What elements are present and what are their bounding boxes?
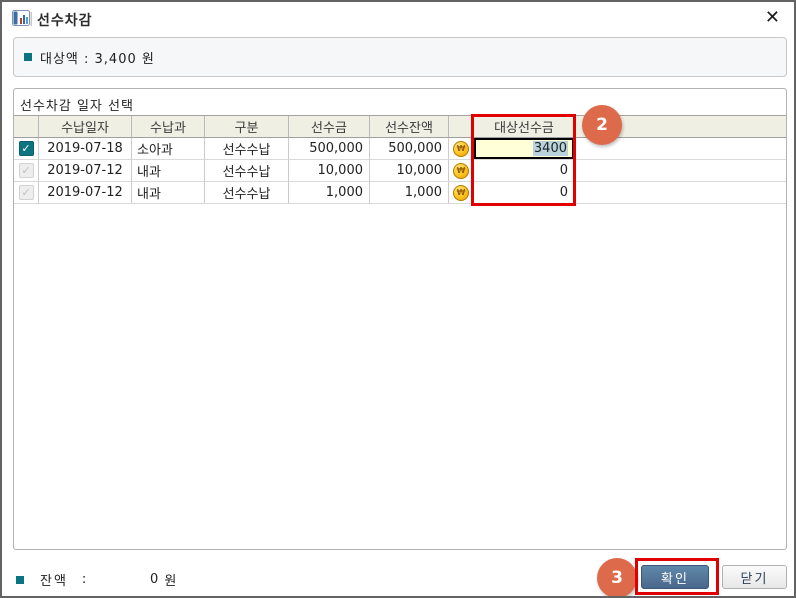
cell-date: 2019-07-18 [39, 138, 132, 160]
cell-target[interactable]: 0 [474, 160, 575, 182]
target-amount-text: 대상액 : 3,400 원 [40, 51, 155, 67]
cell-dept: 내과 [132, 160, 205, 182]
cell-date: 2019-07-12 [39, 182, 132, 204]
table-row[interactable]: ✓ 2019-07-12 내과 선수수납 1,000 1,000 ₩ 0 [14, 182, 786, 204]
header-balance[interactable]: 선수잔액 [370, 116, 449, 138]
cell-coin: ₩ [449, 182, 474, 204]
row-checkbox-cell[interactable]: ✓ [14, 138, 39, 160]
cell-dept: 소아과 [132, 138, 205, 160]
date-select-section: 선수차감 일자 선택 수납일자 수납과 구분 선수금 선수잔액 대상선수금 ✓ … [13, 88, 787, 550]
annotation-step-3: 3 [597, 558, 637, 596]
header-date[interactable]: 수납일자 [39, 116, 132, 138]
row-checkbox-cell[interactable]: ✓ [14, 160, 39, 182]
coin-icon: ₩ [453, 184, 469, 201]
cell-balance: 10,000 [370, 160, 449, 182]
close-icon[interactable]: ✕ [765, 7, 780, 29]
header-amount[interactable]: 선수금 [289, 116, 370, 138]
row-checkbox-cell[interactable]: ✓ [14, 182, 39, 204]
cell-filler [575, 160, 786, 182]
cell-target[interactable]: 3400 [474, 138, 575, 160]
balance-unit: 원 [164, 574, 177, 589]
title-bar: 선수차감 ✕ [2, 2, 794, 34]
cell-amount: 500,000 [289, 138, 370, 160]
checkbox-checked-icon[interactable]: ✓ [18, 141, 34, 156]
annotation-step-2: 2 [582, 105, 622, 145]
chart-window-icon [12, 10, 32, 26]
header-checkbox [14, 116, 39, 138]
cell-type: 선수수납 [205, 182, 289, 204]
cell-type: 선수수납 [205, 160, 289, 182]
balance-row: 잔액 : 0 원 [16, 570, 176, 589]
cell-amount: 10,000 [289, 160, 370, 182]
cell-balance: 1,000 [370, 182, 449, 204]
confirm-button[interactable]: 확인 [641, 565, 709, 589]
header-target[interactable]: 대상선수금 [474, 116, 575, 138]
table-header-row: 수납일자 수납과 구분 선수금 선수잔액 대상선수금 [14, 116, 786, 138]
balance-value: 0 [150, 572, 159, 587]
table-row[interactable]: ✓ 2019-07-12 내과 선수수납 10,000 10,000 ₩ 0 [14, 160, 786, 182]
coin-icon: ₩ [453, 162, 469, 179]
cell-amount: 1,000 [289, 182, 370, 204]
section-title: 선수차감 일자 선택 [20, 99, 134, 114]
cell-filler [575, 182, 786, 204]
cell-coin: ₩ [449, 138, 474, 160]
cell-type: 선수수납 [205, 138, 289, 160]
header-dept[interactable]: 수납과 [132, 116, 205, 138]
cell-date: 2019-07-12 [39, 160, 132, 182]
coin-icon: ₩ [453, 140, 469, 157]
checkbox-disabled-icon: ✓ [18, 163, 34, 178]
teal-bullet-icon [16, 575, 24, 584]
checkbox-disabled-icon: ✓ [18, 185, 34, 200]
cell-target[interactable]: 0 [474, 182, 575, 204]
target-amount-input[interactable]: 3400 [474, 138, 574, 159]
close-button[interactable]: 닫기 [722, 565, 787, 589]
cell-dept: 내과 [132, 182, 205, 204]
prepayment-table: 수납일자 수납과 구분 선수금 선수잔액 대상선수금 ✓ 2019-07-18 … [14, 115, 786, 204]
header-type[interactable]: 구분 [205, 116, 289, 138]
cell-coin: ₩ [449, 160, 474, 182]
table-row[interactable]: ✓ 2019-07-18 소아과 선수수납 500,000 500,000 ₩ … [14, 138, 786, 160]
input-selected-text: 3400 [532, 141, 568, 156]
target-amount-panel: 대상액 : 3,400 원 [13, 37, 787, 77]
header-coin [449, 116, 474, 138]
dialog-title: 선수차감 [37, 13, 93, 29]
balance-label: 잔액 [40, 574, 68, 589]
cell-balance: 500,000 [370, 138, 449, 160]
teal-bullet-icon [24, 53, 32, 61]
dialog-window: 선수차감 ✕ 대상액 : 3,400 원 선수차감 일자 선택 수납일자 수납과… [0, 0, 796, 598]
